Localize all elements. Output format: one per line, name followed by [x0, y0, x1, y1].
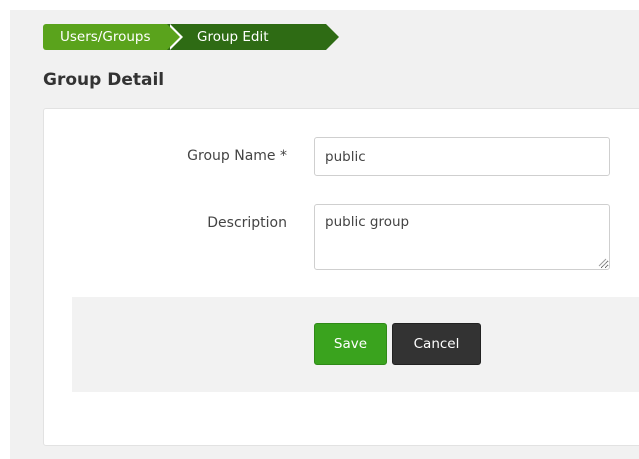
group-name-label: Group Name * [187, 148, 287, 164]
breadcrumb: Users/Groups Group Edit [43, 24, 339, 50]
breadcrumb-item-label: Users/Groups [60, 29, 151, 45]
breadcrumb-item-group-edit[interactable]: Group Edit [167, 24, 339, 50]
page-title: Group Detail [43, 70, 165, 90]
cancel-button[interactable]: Cancel [392, 323, 481, 365]
group-name-field[interactable] [314, 137, 610, 176]
description-field[interactable]: public group [314, 204, 610, 270]
save-button[interactable]: Save [314, 323, 387, 365]
description-label: Description [207, 215, 287, 231]
breadcrumb-item-label: Group Edit [197, 29, 269, 45]
breadcrumb-item-users-groups[interactable]: Users/Groups [43, 24, 183, 50]
